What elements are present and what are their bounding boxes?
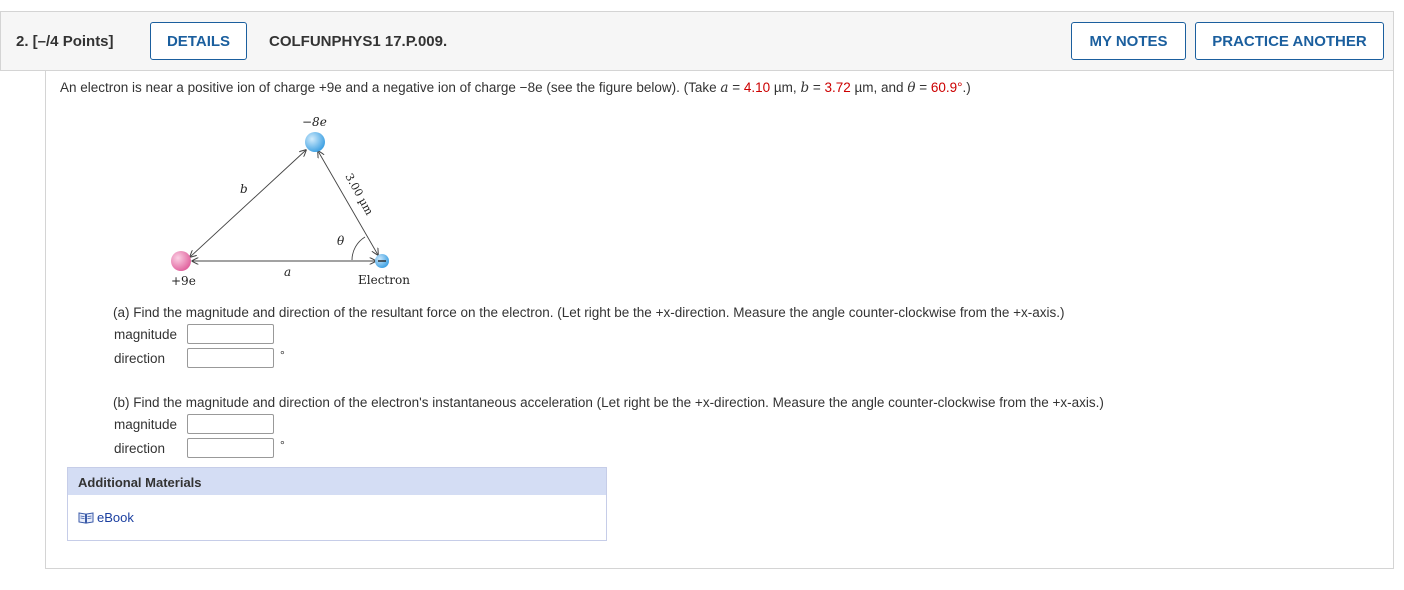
side-b-label: b: [240, 182, 248, 196]
positive-ion: [171, 251, 191, 271]
additional-materials-title: Additional Materials: [68, 468, 606, 495]
problem-figure: −8e +9e Electron b a θ 3.00 µm: [171, 115, 410, 288]
side-b-arrow: [190, 150, 306, 257]
question-code: COLFUNPHYS1 17.P.009.: [269, 33, 448, 50]
given-a-value: 4.10: [743, 80, 771, 95]
negative-ion: [305, 132, 325, 152]
part-b-magnitude-label: magnitude: [114, 417, 178, 432]
part-a-question: (a) Find the magnitude and direction of …: [113, 305, 1065, 320]
part-b-degree-symbol: °: [280, 438, 285, 452]
ebook-link[interactable]: eBook: [78, 510, 134, 525]
question-number: 2. [–/4 Points]: [16, 33, 114, 50]
book-icon: [78, 512, 94, 524]
part-a-direction-label: direction: [114, 351, 166, 366]
part-b-direction-input[interactable]: [187, 438, 274, 458]
part-a-magnitude-label: magnitude: [114, 327, 178, 342]
part-a-magnitude-input[interactable]: [187, 324, 274, 344]
theta-arc: [351, 236, 366, 261]
additional-materials-panel: Additional Materials eBook: [67, 467, 607, 541]
given-theta-value: 60.9°: [930, 80, 963, 95]
side-a-label: a: [284, 265, 291, 279]
given-b-value: 3.72: [824, 80, 851, 95]
negative-ion-label: −8e: [302, 115, 327, 129]
part-b-direction-label: direction: [114, 441, 166, 456]
part-a-direction-input[interactable]: [187, 348, 274, 368]
theta-label: θ: [337, 234, 345, 248]
ebook-label[interactable]: eBook: [97, 510, 134, 525]
question-header: 2. [–/4 Points] DETAILS COLFUNPHYS1 17.P…: [0, 11, 1394, 71]
distance-label: 3.00 µm: [342, 171, 376, 218]
positive-ion-label: +9e: [171, 274, 196, 288]
electron: [375, 254, 389, 268]
electron-label: Electron: [358, 273, 410, 287]
details-button[interactable]: DETAILS: [150, 22, 247, 60]
part-a-degree-symbol: °: [280, 348, 285, 362]
part-b-magnitude-input[interactable]: [187, 414, 274, 434]
part-b-question: (b) Find the magnitude and direction of …: [113, 395, 1104, 410]
question-prompt: An electron is near a positive ion of ch…: [60, 80, 971, 96]
my-notes-button[interactable]: MY NOTES: [1071, 22, 1186, 60]
practice-another-button[interactable]: PRACTICE ANOTHER: [1195, 22, 1384, 60]
